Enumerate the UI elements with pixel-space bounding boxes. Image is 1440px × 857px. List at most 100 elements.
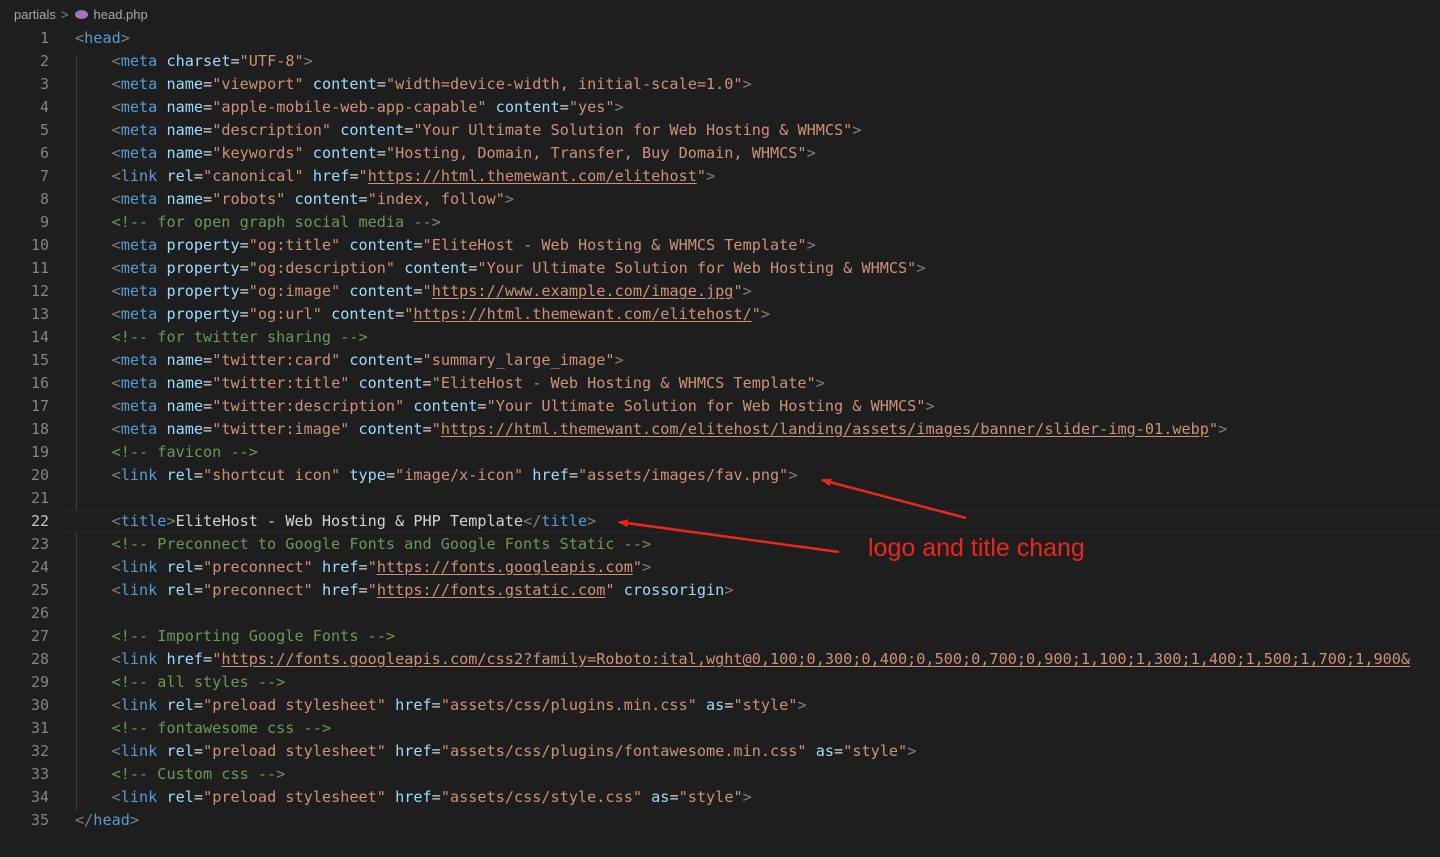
code-line[interactable]: 32 <link rel="preload stylesheet" href="… [0, 740, 1440, 763]
token-txt: = [203, 650, 213, 668]
token-attr: content [404, 259, 469, 277]
code-line[interactable]: 33 <!-- Custom css --> [0, 763, 1440, 786]
code-line[interactable]: 5 <meta name="description" content="Your… [0, 119, 1440, 142]
token-txt: = [413, 351, 423, 369]
breadcrumb-file[interactable]: head.php [94, 7, 148, 22]
code-line[interactable]: 9 <!-- for open graph social media --> [0, 211, 1440, 234]
code-line[interactable]: 18 <meta name="twitter:image" content="h… [0, 418, 1440, 441]
line-number: 22 [30, 512, 49, 530]
token-link[interactable]: https://html.themewant.com/elitehost/ [413, 305, 751, 323]
code-line[interactable]: 28 <link href="https://fonts.googleapis.… [0, 648, 1440, 671]
token-br: > [166, 512, 176, 530]
code-line[interactable]: 35 </head> [0, 809, 1440, 832]
token-tag: head [84, 29, 121, 47]
code-line[interactable]: 17 <meta name="twitter:description" cont… [0, 395, 1440, 418]
code-line[interactable]: 14 <!-- for twitter sharing --> [0, 326, 1440, 349]
token-txt: = [559, 98, 569, 116]
php-elephant-icon [74, 10, 88, 19]
code-line[interactable]: 4 <meta name="apple-mobile-web-app-capab… [0, 96, 1440, 119]
token-br: > [742, 788, 752, 806]
token-str: "twitter:card" [212, 351, 341, 369]
breadcrumb-folder[interactable]: partials [14, 7, 56, 22]
code-line[interactable]: 15 <meta name="twitter:card" content="su… [0, 349, 1440, 372]
token-com: <!-- favicon --> [111, 443, 258, 461]
code-line[interactable]: 31 <!-- fontawesome css --> [0, 717, 1440, 740]
token-txt: = [358, 190, 368, 208]
token-str: " [367, 581, 377, 599]
code-line[interactable]: 26 [0, 602, 1440, 625]
token-txt: = [193, 581, 204, 599]
token-br: > [303, 52, 313, 70]
token-link[interactable]: https://html.themewant.com/elitehost/lan… [441, 420, 1209, 438]
token-tag: meta [120, 236, 158, 254]
token-br: > [724, 581, 734, 599]
token-str: "Your Ultimate Solution for Web Hosting … [413, 121, 853, 139]
token-attr: content [495, 98, 560, 116]
code-editor[interactable]: 1 <head> 2 <meta charset="UTF-8"> 3 <meta n… [0, 27, 1440, 832]
line-number: 15 [30, 351, 49, 369]
token-com: <!-- Preconnect to Google Fonts and Goog… [111, 535, 652, 553]
token-txt: = [203, 351, 213, 369]
code-text: <meta name="keywords" content="Hosting, … [75, 142, 816, 165]
token-com: <!-- Custom css --> [111, 765, 286, 783]
code-line[interactable]: 2 <meta charset="UTF-8"> [0, 50, 1440, 73]
code-line[interactable]: 16 <meta name="twitter:title" content="E… [0, 372, 1440, 395]
code-text: <meta property="og:description" content=… [75, 257, 926, 280]
token-txt: = [193, 696, 204, 714]
token-str: "Hosting, Domain, Transfer, Buy Domain, … [385, 144, 807, 162]
code-line[interactable]: 10 <meta property="og:title" content="El… [0, 234, 1440, 257]
token-attr: href [312, 167, 350, 185]
token-txt: = [239, 236, 249, 254]
code-line[interactable]: 19 <!-- favicon --> [0, 441, 1440, 464]
token-txt: = [239, 305, 249, 323]
token-link[interactable]: https://html.themewant.com/elitehost [368, 167, 697, 185]
token-link[interactable]: https://fonts.googleapis.com/css2?family… [221, 650, 1410, 668]
token-attr: rel [166, 581, 194, 599]
token-txt: = [422, 374, 432, 392]
token-link[interactable]: https://fonts.gstatic.com [377, 581, 606, 599]
code-line[interactable]: 25 <link rel="preconnect" href="https://… [0, 579, 1440, 602]
code-line[interactable]: 20 <link rel="shortcut icon" type="image… [0, 464, 1440, 487]
token-tag: link [120, 788, 158, 806]
code-line[interactable]: 30 <link rel="preload stylesheet" href="… [0, 694, 1440, 717]
token-br: > [797, 696, 807, 714]
code-line[interactable]: 22 <title>EliteHost - Web Hosting & PHP … [0, 510, 1440, 533]
token-attr: href [395, 788, 432, 806]
token-txt: = [422, 420, 432, 438]
code-line[interactable]: 12 <meta property="og:image" content="ht… [0, 280, 1440, 303]
token-link[interactable]: https://fonts.googleapis.com [377, 558, 633, 576]
code-line[interactable]: 21 [0, 487, 1440, 510]
code-line[interactable]: 13 <meta property="og:url" content="http… [0, 303, 1440, 326]
token-br: > [760, 305, 771, 323]
code-line[interactable]: 29 <!-- all styles --> [0, 671, 1440, 694]
code-line[interactable]: 7 <link rel="canonical" href="https://ht… [0, 165, 1440, 188]
token-com: <!-- for open graph social media --> [111, 213, 441, 231]
token-br: > [806, 236, 816, 254]
token-txt: = [395, 305, 405, 323]
code-line[interactable]: 23 <!-- Preconnect to Google Fonts and G… [0, 533, 1440, 556]
token-attr: rel [166, 696, 194, 714]
token-str: " [696, 167, 707, 185]
token-attr: charset [166, 52, 231, 70]
token-attr: content [358, 374, 423, 392]
code-line[interactable]: 11 <meta property="og:description" conte… [0, 257, 1440, 280]
token-tag: meta [120, 121, 158, 139]
code-line[interactable]: 8 <meta name="robots" content="index, fo… [0, 188, 1440, 211]
token-link[interactable]: https://www.example.com/image.jpg [432, 282, 734, 300]
token-str: "summary_large_image" [422, 351, 615, 369]
code-text: <meta name="apple-mobile-web-app-capable… [75, 96, 624, 119]
code-line[interactable]: 1 <head> [0, 27, 1440, 50]
line-number: 2 [39, 52, 49, 70]
code-line[interactable]: 3 <meta name="viewport" content="width=d… [0, 73, 1440, 96]
token-str: "Your Ultimate Solution for Web Hosting … [477, 259, 917, 277]
code-text: <title>EliteHost - Web Hosting & PHP Tem… [75, 510, 597, 533]
token-attr: content [349, 236, 414, 254]
code-line[interactable]: 24 <link rel="preconnect" href="https://… [0, 556, 1440, 579]
code-line[interactable]: 6 <meta name="keywords" content="Hosting… [0, 142, 1440, 165]
code-line[interactable]: 34 <link rel="preload stylesheet" href="… [0, 786, 1440, 809]
token-txt: = [203, 144, 213, 162]
code-text: <!-- favicon --> [75, 441, 258, 464]
code-line[interactable]: 27 <!-- Importing Google Fonts --> [0, 625, 1440, 648]
